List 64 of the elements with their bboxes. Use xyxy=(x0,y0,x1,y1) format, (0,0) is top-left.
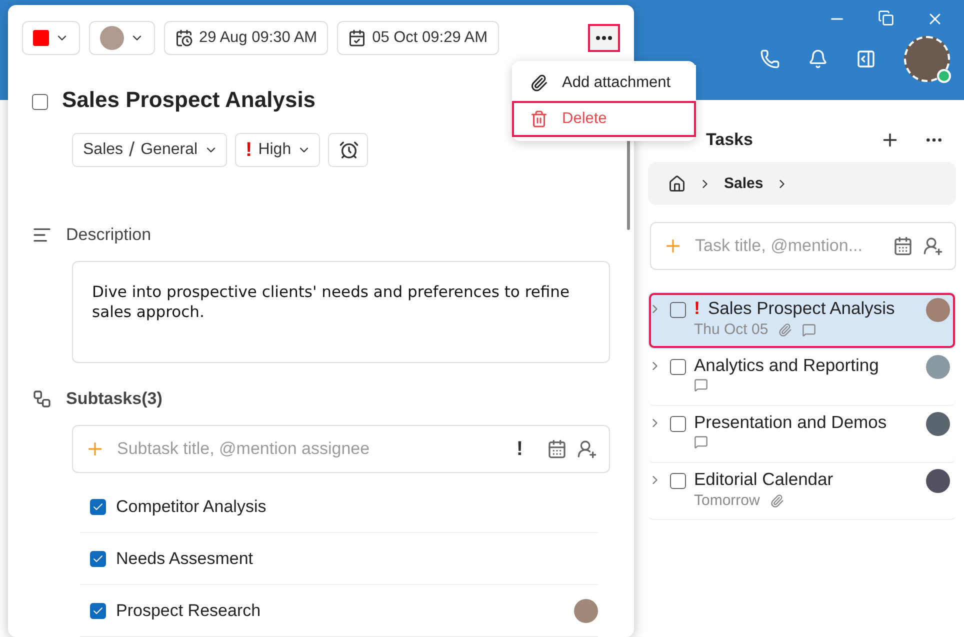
task-title: Sales Prospect Analysis xyxy=(708,298,895,319)
subtask-checkbox[interactable] xyxy=(90,498,106,514)
due-date: Tomorrow xyxy=(694,492,760,509)
priority-button[interactable]: ! xyxy=(516,438,523,461)
assignee-avatar xyxy=(926,412,950,436)
task-checkbox[interactable] xyxy=(670,473,686,489)
assignee-avatar xyxy=(100,26,124,50)
assignee-avatar xyxy=(926,355,950,379)
menu-item[interactable]: Delete xyxy=(512,101,696,137)
user-avatar[interactable] xyxy=(904,36,950,82)
assignee-button[interactable] xyxy=(89,21,155,55)
assignee-avatar xyxy=(926,469,950,493)
calendar-clock-icon xyxy=(175,29,193,47)
calendar-icon[interactable] xyxy=(893,236,913,256)
check-icon xyxy=(92,500,104,512)
assignee-avatar xyxy=(926,298,950,322)
task-checkbox[interactable] xyxy=(670,302,686,318)
start-date-button[interactable]: 29 Aug 09:30 AM xyxy=(164,21,328,55)
task-checkbox[interactable] xyxy=(670,416,686,432)
scrollbar-thumb[interactable] xyxy=(627,140,630,230)
task-row[interactable]: ! Sales Prospect Analysis Thu Oct 05 xyxy=(648,292,956,349)
trash-icon xyxy=(530,110,548,128)
priority-dropdown[interactable]: ! High xyxy=(234,133,320,167)
task-title: Editorial Calendar xyxy=(694,469,834,490)
calendar-icon xyxy=(348,29,366,47)
category-dropdown[interactable]: Sales / General xyxy=(72,133,227,167)
home-icon[interactable] xyxy=(668,174,686,192)
task-title: Sales Prospect Analysis xyxy=(62,87,316,113)
due-date-button[interactable]: 05 Oct 09:29 AM xyxy=(337,21,499,55)
check-icon xyxy=(92,552,104,564)
color-picker-button[interactable] xyxy=(22,21,80,55)
subtask-checkbox[interactable] xyxy=(90,602,106,618)
reminder-button[interactable] xyxy=(328,133,368,167)
restore-icon[interactable] xyxy=(878,10,894,26)
priority-mark: ! xyxy=(694,298,700,319)
due-date: Thu Oct 05 xyxy=(694,321,768,338)
subtasks-icon xyxy=(32,389,52,410)
bell-icon[interactable] xyxy=(808,49,828,69)
dots-icon xyxy=(596,36,612,40)
subtask-input-box[interactable]: Subtask title, @mention assignee ! xyxy=(72,425,610,473)
tasks-title: Tasks xyxy=(706,130,754,150)
alarm-clock-icon xyxy=(339,140,360,160)
subtask-checkbox[interactable] xyxy=(90,550,106,566)
phone-icon[interactable] xyxy=(760,49,780,69)
task-title: Presentation and Demos xyxy=(694,412,887,433)
breadcrumb-item[interactable]: Sales xyxy=(724,175,764,192)
calendar-icon[interactable] xyxy=(547,439,567,460)
description-field[interactable]: Dive into prospective clients' needs and preferences to refine sales approch. xyxy=(72,261,610,364)
task-input-box[interactable]: Task title, @mention... xyxy=(650,222,956,270)
assign-user-icon[interactable] xyxy=(577,439,597,460)
task-checkbox[interactable] xyxy=(32,94,48,110)
more-button[interactable] xyxy=(588,24,620,52)
description-label: Description xyxy=(66,225,152,245)
assign-user-icon[interactable] xyxy=(923,236,943,256)
subtask-title: Needs Assesment xyxy=(116,548,254,568)
task-title: Analytics and Reporting xyxy=(694,355,879,376)
paperclip-icon xyxy=(530,74,548,92)
subtask-title: Prospect Research xyxy=(116,600,262,620)
subtask-title: Competitor Analysis xyxy=(116,496,268,516)
check-icon xyxy=(92,604,104,616)
task-checkbox[interactable] xyxy=(670,359,686,375)
panel-icon[interactable] xyxy=(856,49,876,69)
subtasks-label: Subtasks(3) xyxy=(66,389,162,410)
menu-item[interactable]: Add attachment xyxy=(512,65,696,101)
